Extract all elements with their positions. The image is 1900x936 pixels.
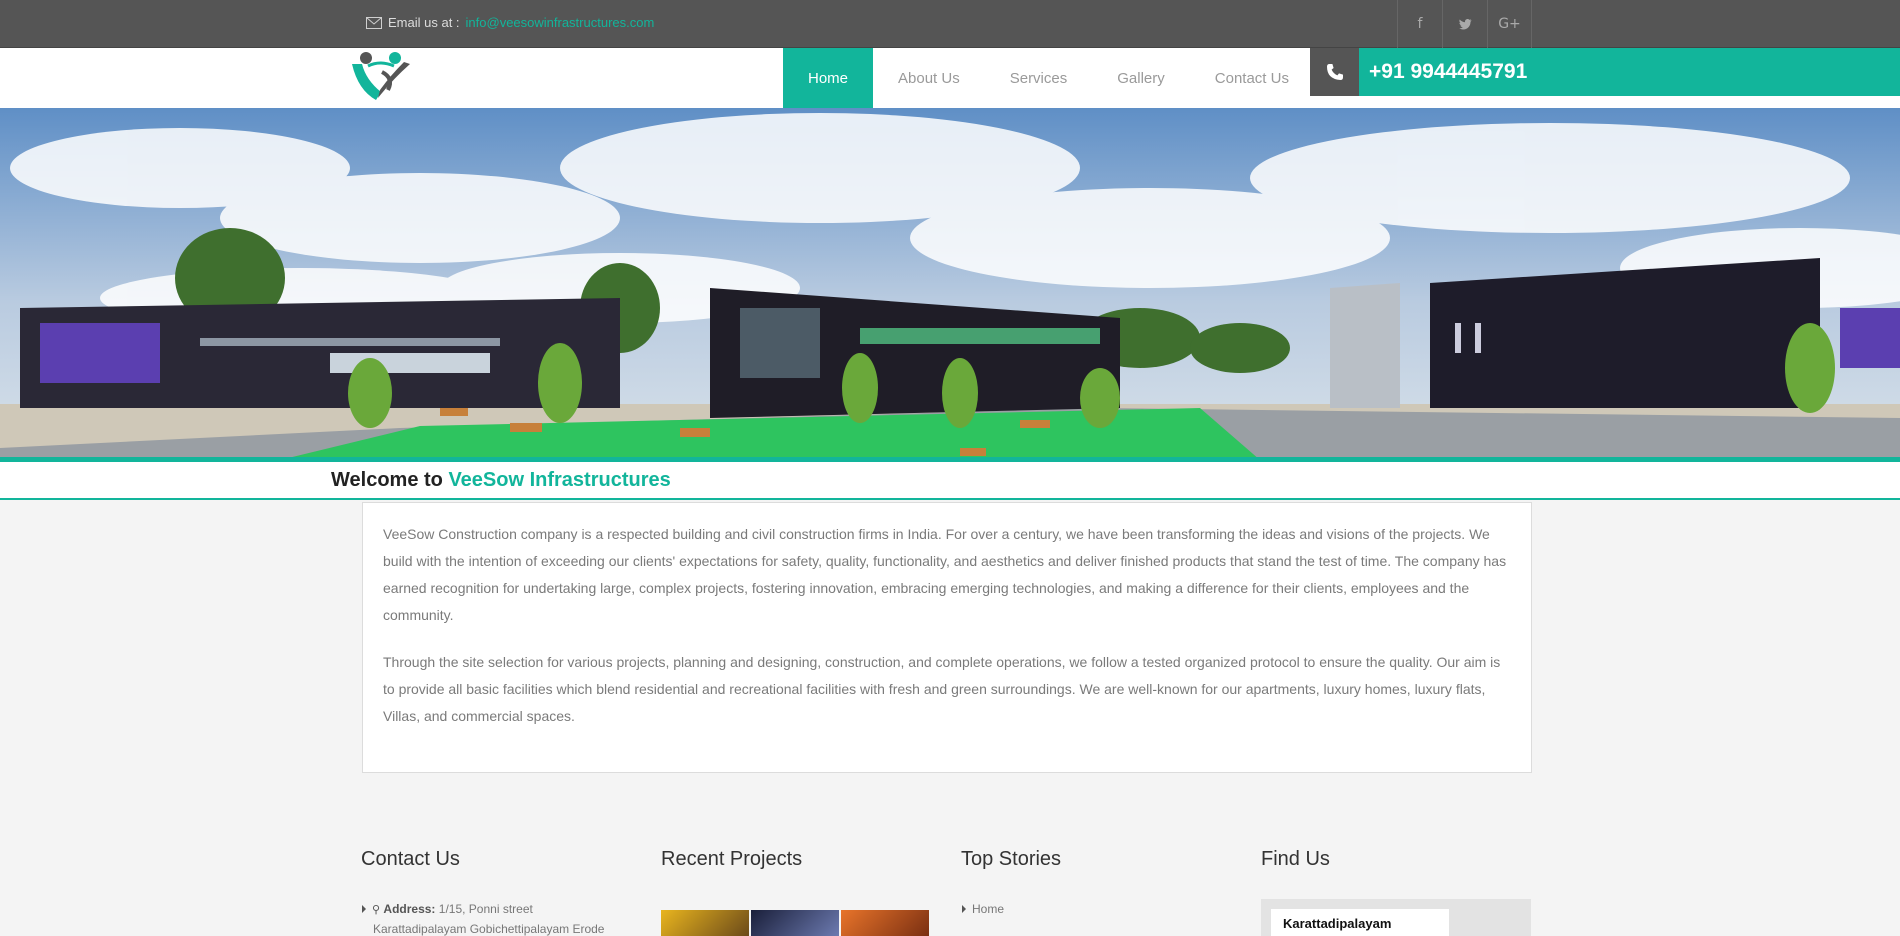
bullet-arrow-icon — [362, 905, 366, 913]
bullet-arrow-icon — [962, 905, 966, 913]
address-line-2: Karattadipalayam Gobichettipalayam Erode — [373, 922, 605, 936]
nav-gallery[interactable]: Gallery — [1092, 48, 1190, 108]
project-thumbnail[interactable] — [751, 910, 839, 936]
google-plus-icon[interactable]: G+ — [1487, 0, 1532, 48]
story-label: Home — [972, 902, 1005, 916]
email-label: Email us at : — [388, 15, 460, 30]
footer-contact-title: Contact Us — [361, 848, 460, 870]
email-info: Email us at : info@veesowinfrastructures… — [366, 15, 654, 30]
address-line-1: 1/15, Ponni street — [438, 902, 533, 916]
footer-projects-title: Recent Projects — [661, 848, 803, 870]
twitter-icon[interactable] — [1442, 0, 1487, 48]
nav-contact-us[interactable]: Contact Us — [1190, 48, 1314, 108]
main-nav: Home About Us Services Gallery Contact U… — [783, 48, 1314, 108]
welcome-bar: Welcome to VeeSow Infrastructures — [0, 460, 1900, 500]
footer-stories-title: Top Stories — [961, 848, 1062, 870]
hero-banner — [0, 108, 1900, 460]
location-map[interactable]: Karattadipalayam — [1261, 899, 1531, 936]
social-links: f G+ — [1397, 0, 1532, 48]
address-label: Address: — [383, 902, 436, 916]
about-paragraph-2: Through the site selection for various p… — [383, 654, 1501, 724]
welcome-prefix: Welcome to — [331, 469, 443, 491]
veesow-logo[interactable] — [348, 50, 414, 104]
email-link[interactable]: info@veesowinfrastructures.com — [466, 15, 655, 30]
map-marker-icon: ⚲ — [372, 903, 381, 916]
phone-number[interactable]: +91 9944445791 — [1369, 60, 1527, 84]
welcome-heading: Welcome to VeeSow Infrastructures — [331, 469, 671, 492]
footer-address: ⚲ Address: 1/15, Ponni street — [362, 902, 533, 916]
project-thumbnail[interactable] — [841, 910, 929, 936]
footer-stories: Top Stories — [961, 848, 1061, 871]
footer-find-us: Find Us — [1261, 848, 1330, 871]
story-link-home[interactable]: Home — [962, 902, 1004, 916]
footer-find-title: Find Us — [1261, 848, 1330, 870]
welcome-brand: VeeSow Infrastructures — [448, 469, 671, 491]
envelope-icon — [366, 16, 382, 29]
facebook-icon[interactable]: f — [1397, 0, 1442, 48]
nav-services[interactable]: Services — [985, 48, 1093, 108]
site-header: Home About Us Services Gallery Contact U… — [0, 48, 1900, 108]
about-content: VeeSow Construction company is a respect… — [362, 502, 1532, 773]
recent-projects-thumbnails — [661, 910, 929, 936]
hero-image — [0, 108, 1900, 460]
footer-contact: Contact Us — [361, 848, 460, 871]
footer-projects: Recent Projects — [661, 848, 802, 871]
top-bar: Email us at : info@veesowinfrastructures… — [0, 0, 1900, 48]
nav-about-us[interactable]: About Us — [873, 48, 985, 108]
phone-banner: +91 9944445791 — [1310, 48, 1900, 96]
project-thumbnail[interactable] — [661, 910, 749, 936]
map-place-label: Karattadipalayam — [1271, 909, 1449, 936]
about-paragraph-1: VeeSow Construction company is a respect… — [383, 526, 1507, 623]
nav-home[interactable]: Home — [783, 48, 874, 108]
phone-icon — [1310, 48, 1359, 96]
